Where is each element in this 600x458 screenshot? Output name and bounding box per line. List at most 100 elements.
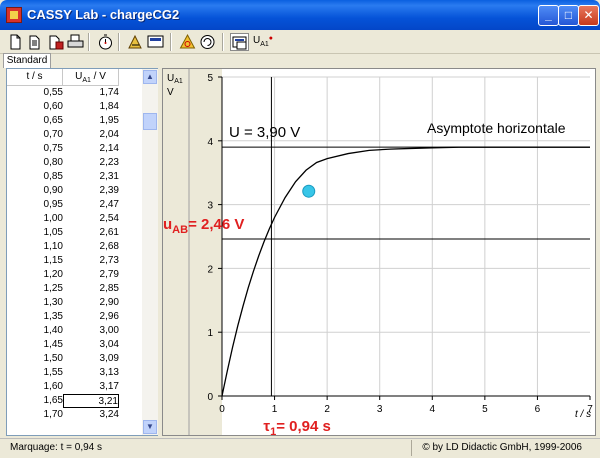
cell-u[interactable]: 2,68 xyxy=(63,240,119,254)
y-axis-unit: V xyxy=(167,87,174,98)
chart[interactable]: 0123450 1 2 3 4 5 6 7UA1Vt / sU = 3,90 V Asympto… xyxy=(163,69,595,435)
window-title: CASSY Lab - chargeCG2 xyxy=(27,7,180,22)
cell-t[interactable]: 1,60 xyxy=(7,380,63,394)
cell-u[interactable]: 2,85 xyxy=(63,282,119,296)
scroll-thumb[interactable] xyxy=(143,113,157,130)
display-settings-icon[interactable] xyxy=(146,33,165,51)
table-row[interactable]: 1,25 2,85 xyxy=(7,282,141,296)
table-row[interactable]: 0,55 1,74 xyxy=(7,86,141,100)
table-row[interactable]: 1,30 2,90 xyxy=(7,296,141,310)
cell-t[interactable]: 0,70 xyxy=(7,128,63,142)
data-window-icon[interactable] xyxy=(230,33,249,51)
measurement-settings-icon[interactable] xyxy=(126,33,145,51)
table-row[interactable]: 0,90 2,39 xyxy=(7,184,141,198)
table-row[interactable]: 1,15 2,73 xyxy=(7,254,141,268)
cell-u[interactable]: 3,04 xyxy=(63,338,119,352)
cell-t[interactable]: 1,65 xyxy=(7,394,63,408)
cell-u[interactable]: 2,04 xyxy=(63,128,119,142)
cell-u[interactable]: 3,24 xyxy=(63,408,119,422)
cell-t[interactable]: 1,00 xyxy=(7,212,63,226)
cell-t[interactable]: 0,90 xyxy=(7,184,63,198)
tab-standard[interactable]: Standard xyxy=(3,53,51,68)
table-row[interactable]: 1,00 2,54 xyxy=(7,212,141,226)
cell-t[interactable]: 1,25 xyxy=(7,282,63,296)
cell-t[interactable]: 0,60 xyxy=(7,100,63,114)
cell-t[interactable]: 0,80 xyxy=(7,156,63,170)
cell-u[interactable]: 2,39 xyxy=(63,184,119,198)
table-row[interactable]: 1,35 2,96 xyxy=(7,310,141,324)
unit-selector[interactable]: UA1● xyxy=(253,35,273,48)
cell-t[interactable]: 1,10 xyxy=(7,240,63,254)
cell-u[interactable]: 3,17 xyxy=(63,380,119,394)
cell-u[interactable]: 2,90 xyxy=(63,296,119,310)
save-file-icon[interactable] xyxy=(46,33,65,51)
table-row[interactable]: 1,70 3,24 xyxy=(7,408,141,422)
close-button[interactable]: ✕ xyxy=(578,5,599,26)
table-row[interactable]: 0,70 2,04 xyxy=(7,128,141,142)
cell-u[interactable]: 3,00 xyxy=(63,324,119,338)
replay-icon[interactable] xyxy=(198,33,217,51)
table-row[interactable]: 1,10 2,68 xyxy=(7,240,141,254)
cell-t[interactable]: 1,70 xyxy=(7,408,63,422)
cell-u[interactable]: 2,31 xyxy=(63,170,119,184)
table-scrollbar[interactable]: ▲ ▼ xyxy=(142,69,158,435)
cell-u[interactable]: 1,95 xyxy=(63,114,119,128)
table-row[interactable]: 0,85 2,31 xyxy=(7,170,141,184)
cell-u[interactable]: 2,14 xyxy=(63,142,119,156)
table-row[interactable]: 0,80 2,23 xyxy=(7,156,141,170)
table-row[interactable]: 0,95 2,47 xyxy=(7,198,141,212)
new-file-icon[interactable] xyxy=(6,33,25,51)
cell-u[interactable]: 3,09 xyxy=(63,352,119,366)
cell-u[interactable]: 2,73 xyxy=(63,254,119,268)
print-icon[interactable] xyxy=(66,33,85,51)
cell-t[interactable]: 0,95 xyxy=(7,198,63,212)
stopwatch-icon[interactable] xyxy=(96,33,115,51)
cell-t[interactable]: 1,45 xyxy=(7,338,63,352)
table-row[interactable]: 1,05 2,61 xyxy=(7,226,141,240)
cell-t[interactable]: 1,50 xyxy=(7,352,63,366)
table-row[interactable]: 1,20 2,79 xyxy=(7,268,141,282)
open-file-icon[interactable] xyxy=(26,33,45,51)
scroll-up-button[interactable]: ▲ xyxy=(143,70,157,84)
maximize-button[interactable]: □ xyxy=(558,5,579,26)
table-row[interactable]: 0,60 1,84 xyxy=(7,100,141,114)
cell-u[interactable]: 1,74 xyxy=(63,86,119,100)
graph-panel[interactable]: 0 1 2 3 4 5 0 1 2 3 4 5 6 7 UA1 Vt / sU = 3,90 V Asympto… xyxy=(162,68,596,436)
cell-u[interactable]: 1,84 xyxy=(63,100,119,114)
table-row[interactable]: 1,45 3,04 xyxy=(7,338,141,352)
column-header-t[interactable]: t / s xyxy=(7,69,63,86)
cell-t[interactable]: 1,20 xyxy=(7,268,63,282)
table-row[interactable]: 1,50 3,09 xyxy=(7,352,141,366)
cell-t[interactable]: 1,30 xyxy=(7,296,63,310)
cell-t[interactable]: 0,75 xyxy=(7,142,63,156)
cell-t[interactable]: 1,35 xyxy=(7,310,63,324)
table-row[interactable]: 1,65 3,21 xyxy=(7,394,141,408)
cell-u[interactable]: 2,47 xyxy=(63,198,119,212)
cell-t[interactable]: 0,85 xyxy=(7,170,63,184)
table-row[interactable]: 1,60 3,17 xyxy=(7,380,141,394)
cell-u[interactable]: 3,21 xyxy=(63,394,119,408)
cell-t[interactable]: 0,55 xyxy=(7,86,63,100)
cell-t[interactable]: 1,15 xyxy=(7,254,63,268)
table-row[interactable]: 0,75 2,14 xyxy=(7,142,141,156)
warning-icon[interactable] xyxy=(178,33,197,51)
cell-u[interactable]: 2,54 xyxy=(63,212,119,226)
cell-t[interactable]: 0,65 xyxy=(7,114,63,128)
table-row[interactable]: 0,65 1,95 xyxy=(7,114,141,128)
cell-u[interactable]: 2,96 xyxy=(63,310,119,324)
cell-t[interactable]: 1,55 xyxy=(7,366,63,380)
minimize-button[interactable]: _ xyxy=(538,5,559,26)
table-row[interactable]: 1,55 3,13 xyxy=(7,366,141,380)
cell-t[interactable]: 1,40 xyxy=(7,324,63,338)
data-table: t / s UA1 / V 0,55 1,74 0,60 1,84 0,65 1,95 0,… xyxy=(6,68,158,436)
table-row[interactable]: 1,40 3,00 xyxy=(7,324,141,338)
cell-u[interactable]: 2,61 xyxy=(63,226,119,240)
cell-u[interactable]: 3,13 xyxy=(63,366,119,380)
cell-u[interactable]: 2,79 xyxy=(63,268,119,282)
y-tick-label: 0 xyxy=(207,392,213,403)
scroll-down-button[interactable]: ▼ xyxy=(143,420,157,434)
column-header-u[interactable]: UA1 / V xyxy=(63,69,119,86)
cell-t[interactable]: 1,05 xyxy=(7,226,63,240)
cell-u[interactable]: 2,23 xyxy=(63,156,119,170)
y-tick-label: 2 xyxy=(207,264,213,275)
